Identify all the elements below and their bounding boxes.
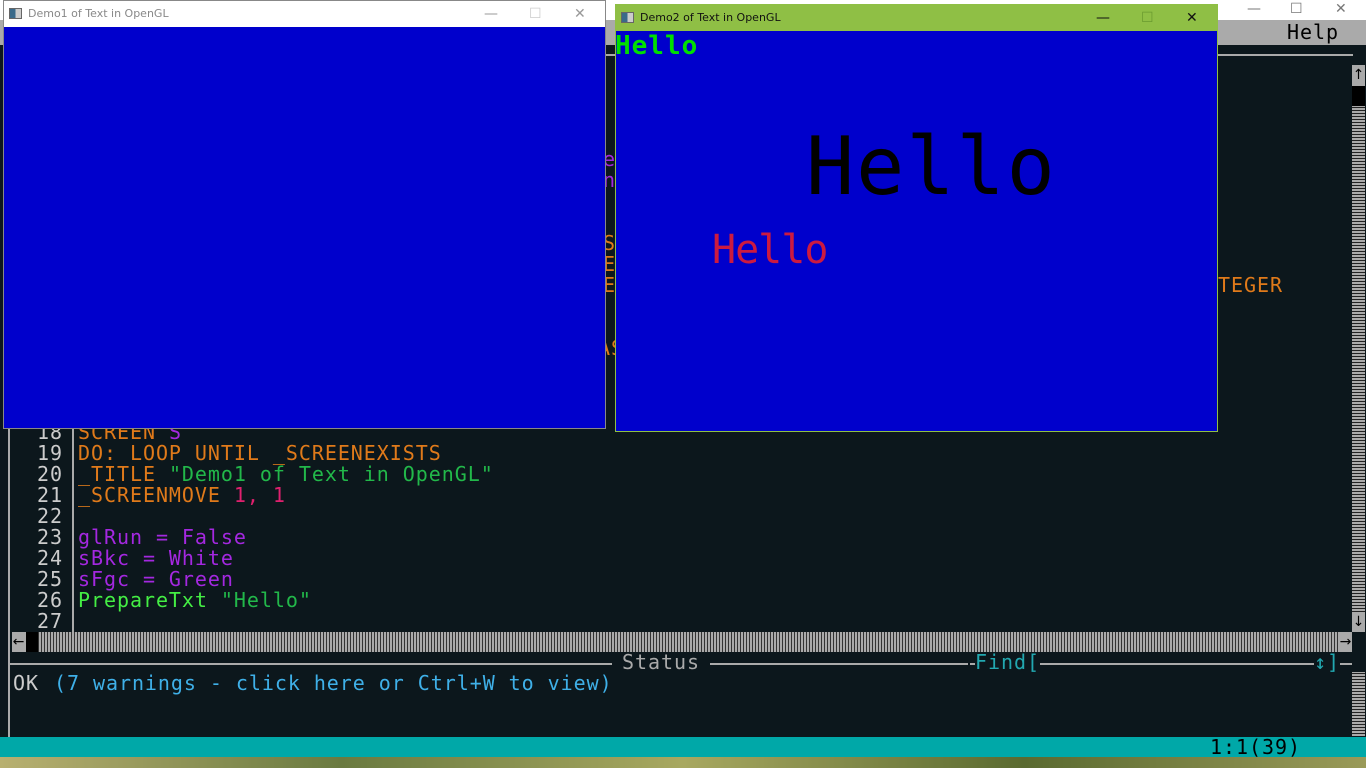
- string: "Hello": [220, 588, 312, 612]
- demo2-maximize-button[interactable]: ☐: [1141, 5, 1154, 31]
- code-line[interactable]: glRun = False: [78, 527, 247, 548]
- demo1-close-button[interactable]: ✕: [574, 1, 586, 27]
- demo1-minimize-button[interactable]: —: [484, 1, 498, 27]
- code-fragment: TEGER: [1218, 273, 1283, 297]
- code-line[interactable]: sFgc = Green: [78, 569, 234, 590]
- status-divider: [8, 663, 968, 665]
- demo2-canvas[interactable]: Hello Hello Hello: [615, 31, 1217, 432]
- demo2-minimize-button[interactable]: —: [1096, 5, 1110, 31]
- code-line[interactable]: _TITLE "Demo1 of Text in OpenGL": [78, 464, 494, 485]
- scroll-right-arrow-icon[interactable]: →: [1339, 632, 1352, 652]
- ide-close-button[interactable]: ✕: [1335, 0, 1347, 18]
- vertical-scrollbar[interactable]: [1352, 65, 1365, 632]
- gutter-separator: [72, 422, 74, 632]
- scroll-up-arrow-icon[interactable]: ↑: [1352, 65, 1365, 85]
- line-number: 24: [37, 546, 63, 570]
- line-number: 25: [37, 567, 63, 591]
- desktop-wallpaper: [0, 757, 1366, 768]
- demo2-window[interactable]: Demo2 of Text in OpenGL — ☐ ✕ Hello Hell…: [615, 4, 1218, 432]
- demo2-titlebar[interactable]: Demo2 of Text in OpenGL — ☐ ✕: [616, 5, 1217, 31]
- demo1-titlebar[interactable]: Demo1 of Text in OpenGL — ☐ ✕: [4, 1, 605, 27]
- number: 1, 1: [233, 483, 286, 507]
- demo1-canvas[interactable]: [4, 27, 605, 428]
- warnings-link[interactable]: (7 warnings - click here or Ctrl+W to vi…: [54, 673, 613, 694]
- bottom-status-bar: [0, 737, 1366, 757]
- code-line[interactable]: DO: LOOP UNTIL _SCREENEXISTS: [78, 443, 442, 464]
- keyword: _SCREENMOVE: [78, 483, 234, 507]
- vertical-scroll-thumb[interactable]: [1352, 86, 1365, 106]
- line-number: 27: [37, 609, 63, 633]
- hello-black-text: Hello: [806, 120, 1057, 213]
- cursor-position: 1:1(39): [1210, 735, 1301, 759]
- demo1-window[interactable]: Demo1 of Text in OpenGL — ☐ ✕: [3, 0, 606, 429]
- line-number: 20: [37, 462, 63, 486]
- find-field[interactable]: Find[: [975, 652, 1040, 673]
- status-label: Status: [612, 652, 710, 673]
- scroll-left-arrow-icon[interactable]: ←: [12, 632, 25, 652]
- find-toggle-button[interactable]: ↕]: [1314, 652, 1340, 673]
- line-number: 26: [37, 588, 63, 612]
- horizontal-scroll-thumb[interactable]: [26, 632, 38, 652]
- demo2-close-button[interactable]: ✕: [1186, 5, 1198, 31]
- line-number: 19: [37, 441, 63, 465]
- line-number: 23: [37, 525, 63, 549]
- status-scrollbar[interactable]: [1352, 672, 1365, 736]
- app-icon: [9, 8, 22, 19]
- hello-green-text: Hello: [615, 31, 699, 61]
- ide-minimize-button[interactable]: —: [1247, 0, 1261, 18]
- scroll-down-arrow-icon[interactable]: ↓: [1352, 612, 1365, 632]
- horizontal-scrollbar[interactable]: [12, 632, 1352, 652]
- line-number: 21: [37, 483, 63, 507]
- compile-status: OK: [13, 671, 39, 695]
- demo1-maximize-button[interactable]: ☐: [529, 1, 542, 27]
- code-line[interactable]: sBkc = White: [78, 548, 234, 569]
- code-line[interactable]: PrepareTxt "Hello": [78, 590, 312, 611]
- sub-call: PrepareTxt: [78, 588, 221, 612]
- ide-maximize-button[interactable]: ☐: [1290, 0, 1303, 18]
- menu-help[interactable]: Help: [1287, 22, 1339, 43]
- demo2-title: Demo2 of Text in OpenGL: [640, 11, 781, 24]
- app-icon: [621, 12, 634, 23]
- hello-red-text: Hello: [712, 227, 828, 273]
- demo1-title: Demo1 of Text in OpenGL: [28, 7, 169, 20]
- code-line[interactable]: _SCREENMOVE 1, 1: [78, 485, 286, 506]
- line-number: 22: [37, 504, 63, 528]
